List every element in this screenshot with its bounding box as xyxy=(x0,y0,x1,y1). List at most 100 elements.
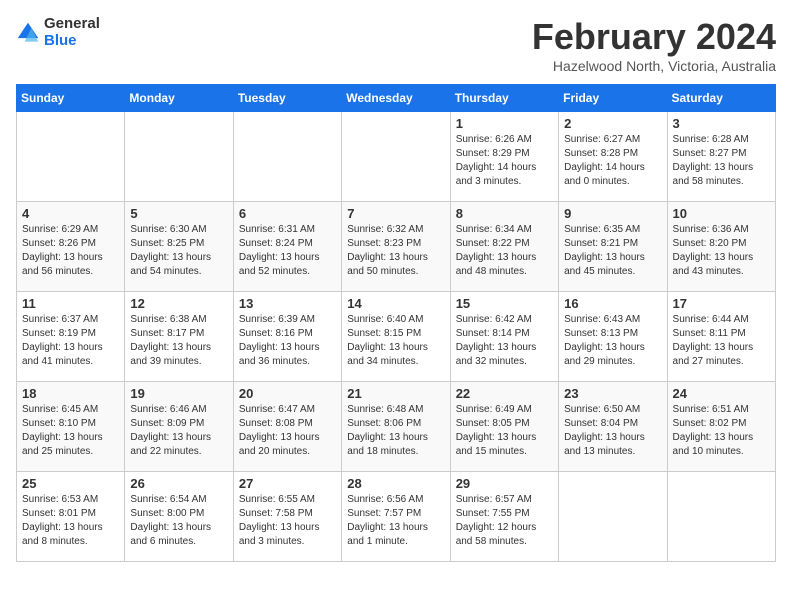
day-number: 26 xyxy=(130,476,227,491)
calendar-cell xyxy=(17,112,125,202)
logo-general-text: General xyxy=(44,16,100,33)
day-number: 16 xyxy=(564,296,661,311)
logo: General Blue xyxy=(16,16,100,49)
calendar-cell: 14 Sunrise: 6:40 AM Sunset: 8:15 PM Dayli… xyxy=(342,292,450,382)
day-info: Sunrise: 6:46 AM Sunset: 8:09 PM Dayligh… xyxy=(130,403,227,459)
calendar-cell: 16 Sunrise: 6:43 AM Sunset: 8:13 PM Dayli… xyxy=(559,292,667,382)
day-info: Sunrise: 6:37 AM Sunset: 8:19 PM Dayligh… xyxy=(22,313,119,369)
week-row-1: 1 Sunrise: 6:26 AM Sunset: 8:29 PM Daylig… xyxy=(17,112,776,202)
day-info: Sunrise: 6:57 AM Sunset: 7:55 PM Dayligh… xyxy=(456,493,553,549)
title-block: February 2024 Hazelwood North, Victoria,… xyxy=(532,16,776,74)
day-number: 8 xyxy=(456,206,553,221)
calendar-cell: 9Sunrise: 6:35 AM Sunset: 8:21 PM Daylig… xyxy=(559,202,667,292)
day-number: 24 xyxy=(673,386,770,401)
day-info: Sunrise: 6:40 AM Sunset: 8:15 PM Dayligh… xyxy=(347,313,444,369)
calendar-cell: 28Sunrise: 6:56 AM Sunset: 7:57 PM Dayli… xyxy=(342,472,450,562)
calendar-cell: 5 Sunrise: 6:30 AM Sunset: 8:25 PM Daylig… xyxy=(125,202,233,292)
calendar-cell: 17 Sunrise: 6:44 AM Sunset: 8:11 PM Dayli… xyxy=(667,292,775,382)
calendar-header: SundayMondayTuesdayWednesdayThursdayFrid… xyxy=(17,85,776,112)
calendar-cell xyxy=(233,112,341,202)
calendar-cell: 19 Sunrise: 6:46 AM Sunset: 8:09 PM Dayli… xyxy=(125,382,233,472)
day-number: 22 xyxy=(456,386,553,401)
day-number: 4 xyxy=(22,206,119,221)
day-number: 3 xyxy=(673,116,770,131)
day-number: 14 xyxy=(347,296,444,311)
calendar-cell: 25Sunrise: 6:53 AM Sunset: 8:01 PM Dayli… xyxy=(17,472,125,562)
day-info: Sunrise: 6:26 AM Sunset: 8:29 PM Dayligh… xyxy=(456,133,553,189)
logo-blue-text: Blue xyxy=(44,33,100,50)
calendar-cell: 1 Sunrise: 6:26 AM Sunset: 8:29 PM Daylig… xyxy=(450,112,558,202)
day-info: Sunrise: 6:54 AM Sunset: 8:00 PM Dayligh… xyxy=(130,493,227,549)
header-row: SundayMondayTuesdayWednesdayThursdayFrid… xyxy=(17,85,776,112)
calendar-cell: 4 Sunrise: 6:29 AM Sunset: 8:26 PM Daylig… xyxy=(17,202,125,292)
day-number: 11 xyxy=(22,296,119,311)
calendar-cell: 12Sunrise: 6:38 AM Sunset: 8:17 PM Dayli… xyxy=(125,292,233,382)
day-number: 6 xyxy=(239,206,336,221)
calendar-cell: 15 Sunrise: 6:42 AM Sunset: 8:14 PM Dayli… xyxy=(450,292,558,382)
calendar-cell: 13 Sunrise: 6:39 AM Sunset: 8:16 PM Dayli… xyxy=(233,292,341,382)
day-number: 13 xyxy=(239,296,336,311)
header-day-saturday: Saturday xyxy=(667,85,775,112)
calendar-cell xyxy=(342,112,450,202)
header-day-friday: Friday xyxy=(559,85,667,112)
calendar-cell: 11 Sunrise: 6:37 AM Sunset: 8:19 PM Dayli… xyxy=(17,292,125,382)
day-number: 20 xyxy=(239,386,336,401)
day-number: 23 xyxy=(564,386,661,401)
day-info: Sunrise: 6:35 AM Sunset: 8:21 PM Dayligh… xyxy=(564,223,661,279)
calendar-table: SundayMondayTuesdayWednesdayThursdayFrid… xyxy=(16,84,776,562)
week-row-3: 11 Sunrise: 6:37 AM Sunset: 8:19 PM Dayli… xyxy=(17,292,776,382)
calendar-cell: 24 Sunrise: 6:51 AM Sunset: 8:02 PM Dayli… xyxy=(667,382,775,472)
day-info: Sunrise: 6:31 AM Sunset: 8:24 PM Dayligh… xyxy=(239,223,336,279)
day-info: Sunrise: 6:34 AM Sunset: 8:22 PM Dayligh… xyxy=(456,223,553,279)
day-info: Sunrise: 6:29 AM Sunset: 8:26 PM Dayligh… xyxy=(22,223,119,279)
day-number: 1 xyxy=(456,116,553,131)
day-number: 27 xyxy=(239,476,336,491)
day-number: 17 xyxy=(673,296,770,311)
day-info: Sunrise: 6:38 AM Sunset: 8:17 PM Dayligh… xyxy=(130,313,227,369)
header-day-sunday: Sunday xyxy=(17,85,125,112)
calendar-cell: 29Sunrise: 6:57 AM Sunset: 7:55 PM Dayli… xyxy=(450,472,558,562)
month-title: February 2024 xyxy=(532,16,776,58)
calendar-cell: 23 Sunrise: 6:50 AM Sunset: 8:04 PM Dayli… xyxy=(559,382,667,472)
day-info: Sunrise: 6:30 AM Sunset: 8:25 PM Dayligh… xyxy=(130,223,227,279)
calendar-cell: 26 Sunrise: 6:54 AM Sunset: 8:00 PM Dayli… xyxy=(125,472,233,562)
day-number: 5 xyxy=(130,206,227,221)
calendar-cell: 20Sunrise: 6:47 AM Sunset: 8:08 PM Dayli… xyxy=(233,382,341,472)
calendar-cell xyxy=(125,112,233,202)
day-info: Sunrise: 6:56 AM Sunset: 7:57 PM Dayligh… xyxy=(347,493,444,549)
location-subtitle: Hazelwood North, Victoria, Australia xyxy=(532,58,776,74)
calendar-body: 1 Sunrise: 6:26 AM Sunset: 8:29 PM Daylig… xyxy=(17,112,776,562)
day-number: 19 xyxy=(130,386,227,401)
day-info: Sunrise: 6:55 AM Sunset: 7:58 PM Dayligh… xyxy=(239,493,336,549)
calendar-cell xyxy=(667,472,775,562)
day-info: Sunrise: 6:32 AM Sunset: 8:23 PM Dayligh… xyxy=(347,223,444,279)
header-day-thursday: Thursday xyxy=(450,85,558,112)
calendar-cell: 27 Sunrise: 6:55 AM Sunset: 7:58 PM Dayli… xyxy=(233,472,341,562)
header-day-wednesday: Wednesday xyxy=(342,85,450,112)
calendar-cell: 2Sunrise: 6:27 AM Sunset: 8:28 PM Daylig… xyxy=(559,112,667,202)
day-number: 7 xyxy=(347,206,444,221)
day-number: 25 xyxy=(22,476,119,491)
day-info: Sunrise: 6:27 AM Sunset: 8:28 PM Dayligh… xyxy=(564,133,661,189)
day-info: Sunrise: 6:36 AM Sunset: 8:20 PM Dayligh… xyxy=(673,223,770,279)
day-number: 21 xyxy=(347,386,444,401)
day-info: Sunrise: 6:44 AM Sunset: 8:11 PM Dayligh… xyxy=(673,313,770,369)
day-number: 10 xyxy=(673,206,770,221)
day-number: 15 xyxy=(456,296,553,311)
calendar-cell: 22 Sunrise: 6:49 AM Sunset: 8:05 PM Dayli… xyxy=(450,382,558,472)
day-info: Sunrise: 6:48 AM Sunset: 8:06 PM Dayligh… xyxy=(347,403,444,459)
day-info: Sunrise: 6:50 AM Sunset: 8:04 PM Dayligh… xyxy=(564,403,661,459)
day-info: Sunrise: 6:49 AM Sunset: 8:05 PM Dayligh… xyxy=(456,403,553,459)
header-day-monday: Monday xyxy=(125,85,233,112)
day-info: Sunrise: 6:28 AM Sunset: 8:27 PM Dayligh… xyxy=(673,133,770,189)
day-info: Sunrise: 6:42 AM Sunset: 8:14 PM Dayligh… xyxy=(456,313,553,369)
calendar-cell: 6 Sunrise: 6:31 AM Sunset: 8:24 PM Daylig… xyxy=(233,202,341,292)
week-row-4: 18Sunrise: 6:45 AM Sunset: 8:10 PM Dayli… xyxy=(17,382,776,472)
calendar-cell xyxy=(559,472,667,562)
week-row-5: 25Sunrise: 6:53 AM Sunset: 8:01 PM Dayli… xyxy=(17,472,776,562)
day-info: Sunrise: 6:39 AM Sunset: 8:16 PM Dayligh… xyxy=(239,313,336,369)
day-info: Sunrise: 6:51 AM Sunset: 8:02 PM Dayligh… xyxy=(673,403,770,459)
day-info: Sunrise: 6:43 AM Sunset: 8:13 PM Dayligh… xyxy=(564,313,661,369)
logo-icon xyxy=(16,21,40,45)
calendar-cell: 7 Sunrise: 6:32 AM Sunset: 8:23 PM Daylig… xyxy=(342,202,450,292)
